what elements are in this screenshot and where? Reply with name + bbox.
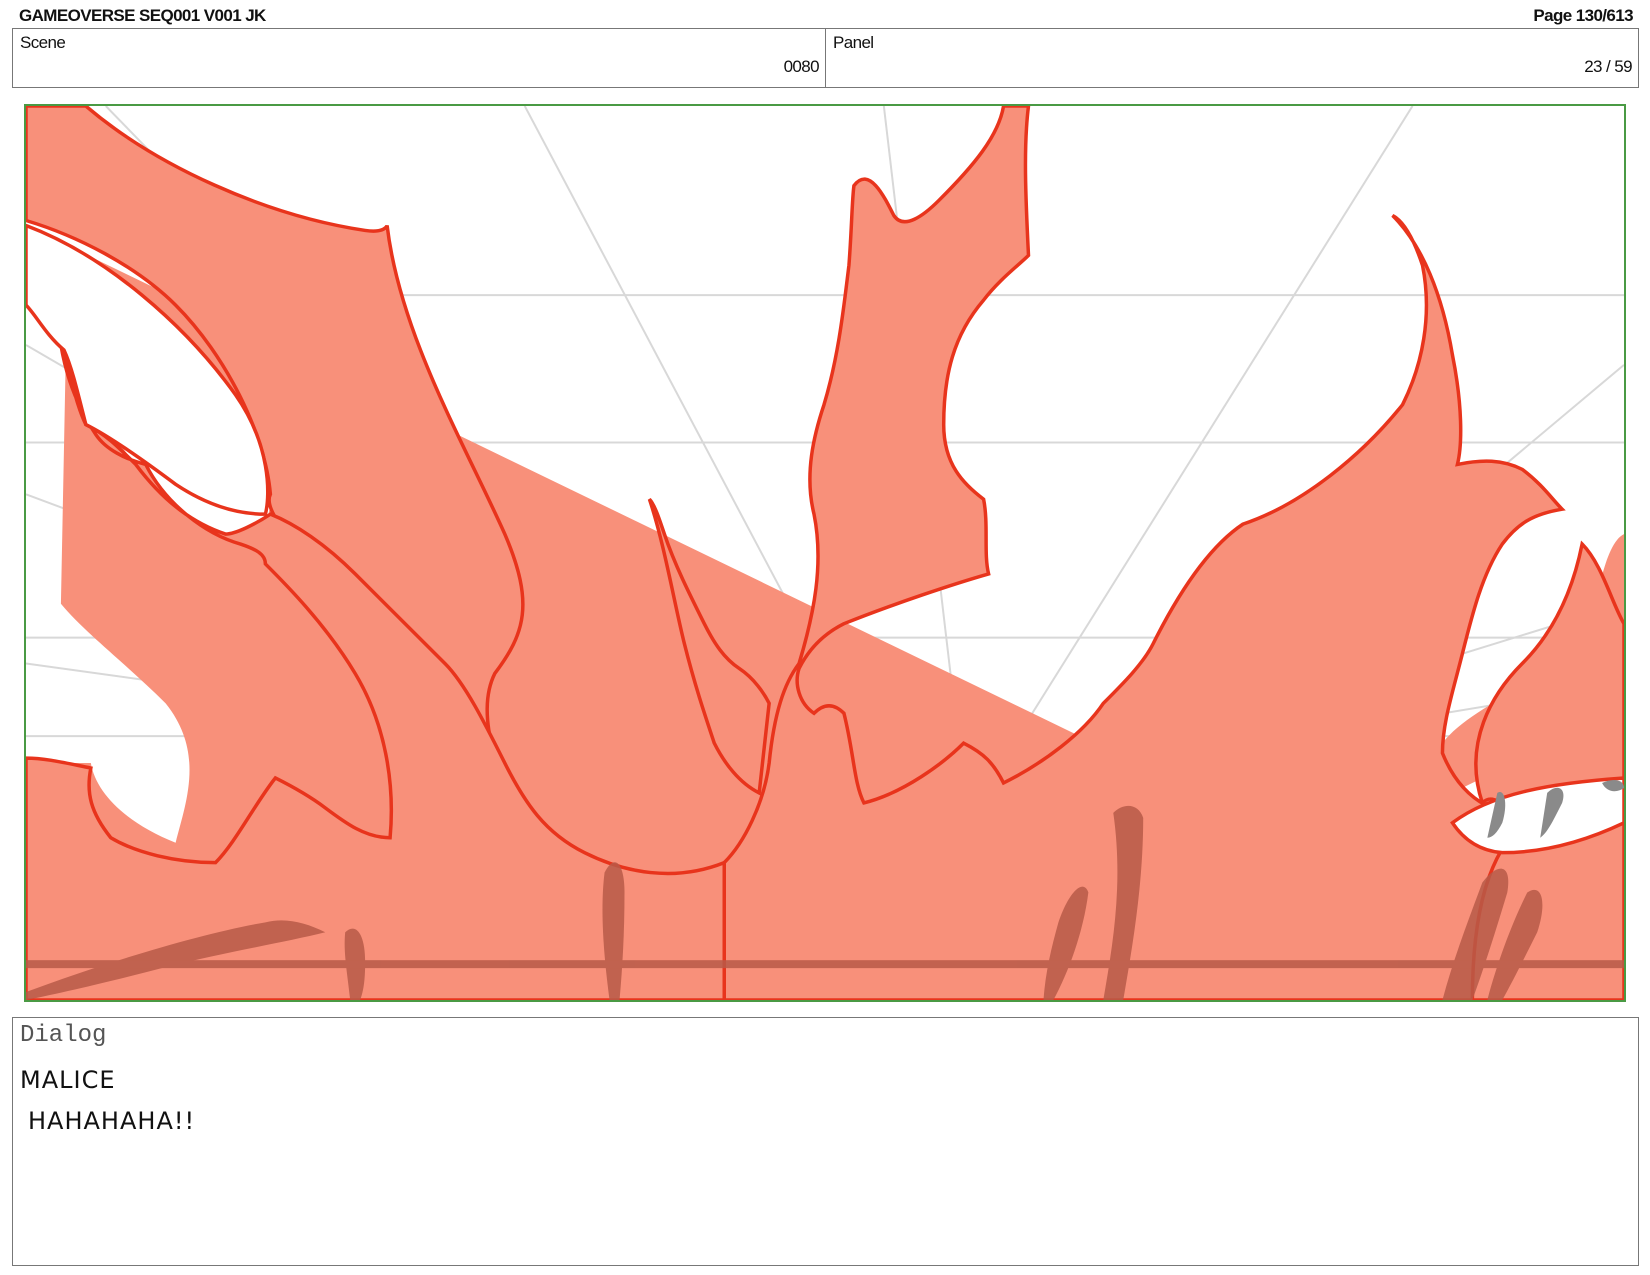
dialog-label: Dialog xyxy=(20,1022,107,1049)
panel-cell: Panel 23 / 59 xyxy=(826,29,1638,87)
panel-label: Panel xyxy=(833,33,874,52)
dialog-speaker: MALICE xyxy=(20,1066,116,1094)
dialog-line: HAHAHAHA!! xyxy=(28,1107,196,1135)
panel-value: 23 / 59 xyxy=(1584,57,1632,76)
scene-cell: Scene 0080 xyxy=(13,29,826,87)
scene-panel-info: Scene 0080 Panel 23 / 59 xyxy=(12,28,1639,88)
storyboard-panel-image xyxy=(24,104,1626,1002)
flame-sketch-icon xyxy=(26,106,1624,1000)
page-number: Page 130/613 xyxy=(1533,6,1633,25)
scene-label: Scene xyxy=(20,33,66,52)
dialog-box: Dialog MALICE HAHAHAHA!! xyxy=(12,1017,1639,1266)
scene-value: 0080 xyxy=(783,57,820,76)
document-title: GAMEOVERSE SEQ001 V001 JK xyxy=(19,6,266,25)
